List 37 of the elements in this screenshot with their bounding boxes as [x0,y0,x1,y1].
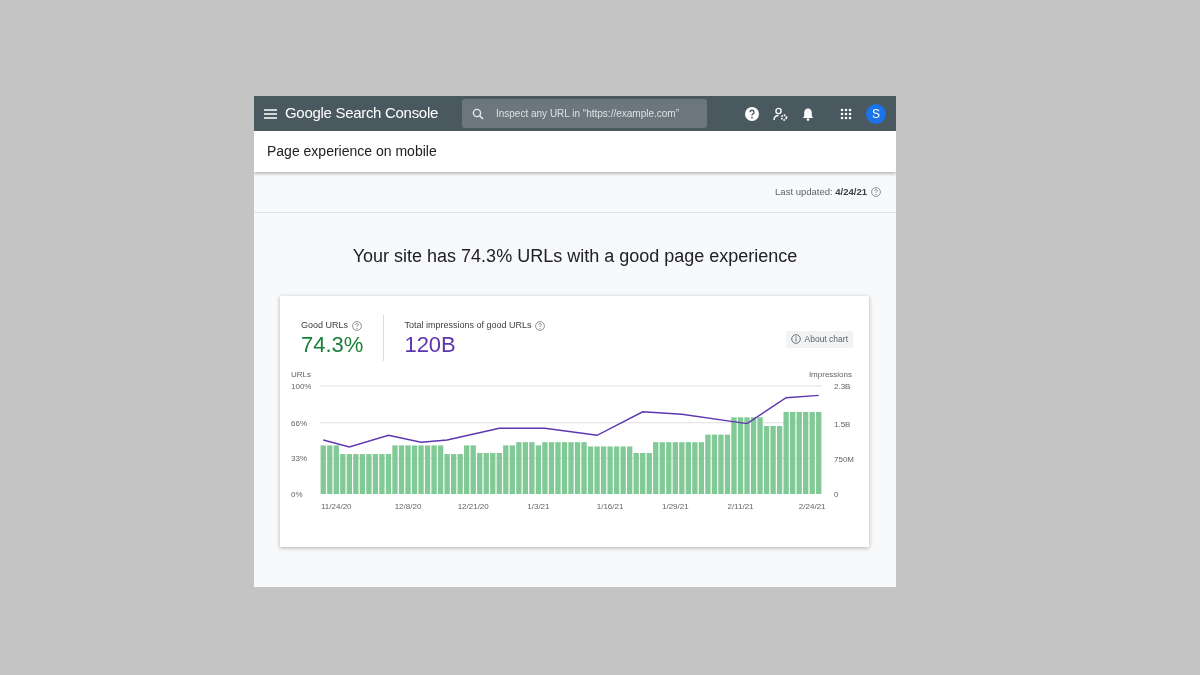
axis-tick-label: 1/29/21 [661,502,689,511]
account-avatar[interactable]: S [866,103,886,124]
about-chart-button[interactable]: About chart [785,331,853,348]
axis-tick-label: 1/16/21 [596,502,624,511]
axis-tick-label: 750M [834,454,854,464]
axis-tick-label: 0% [291,490,303,499]
axis-tick-label: 0 [834,490,839,499]
user-settings-icon[interactable] [773,106,788,121]
metric-label: Good URLs [301,319,349,333]
axis-tick-label: 1/3/21 [527,502,550,511]
summary-heading: Your site has 74.3% URLs with a good page experience [351,245,799,268]
axis-tick-label: 12/21/20 [457,502,489,511]
page-title: Page experience on mobile [254,131,896,172]
axis-tick-label: 11/24/20 [321,502,352,511]
metric-value: 74.3% [301,332,364,357]
menu-icon[interactable] [264,108,277,119]
product-logo[interactable]: Google Search Console [285,102,438,125]
axis-tick-label: 1.5B [834,419,851,429]
help-icon[interactable] [352,320,363,331]
help-icon[interactable] [745,106,759,121]
axis-tick-label: 33% [291,454,307,464]
apps-grid-icon[interactable] [840,107,852,120]
metric-label: Total impressions of good URLs [404,319,532,333]
last-updated-text: Last updated: 4/24/21 [775,184,867,199]
metric-value: 120B [404,332,457,357]
axis-tick-label: 2/11/21 [727,502,754,511]
axis-tick-label: 66% [291,418,307,428]
axis-title: URLs [291,370,311,379]
info-icon [790,334,801,345]
notification-bell-icon[interactable] [802,106,814,121]
axis-tick-label: 100% [291,382,312,391]
axis-tick-label: 12/8/20 [394,502,422,511]
axis-tick-label: 2.3B [834,382,851,391]
help-icon[interactable] [535,320,546,331]
axis-tick-label: 2/24/21 [798,502,826,511]
axis-title: Impressions [808,370,852,379]
url-inspect-field[interactable]: Inspect any URL in “https://example.com” [461,99,707,128]
